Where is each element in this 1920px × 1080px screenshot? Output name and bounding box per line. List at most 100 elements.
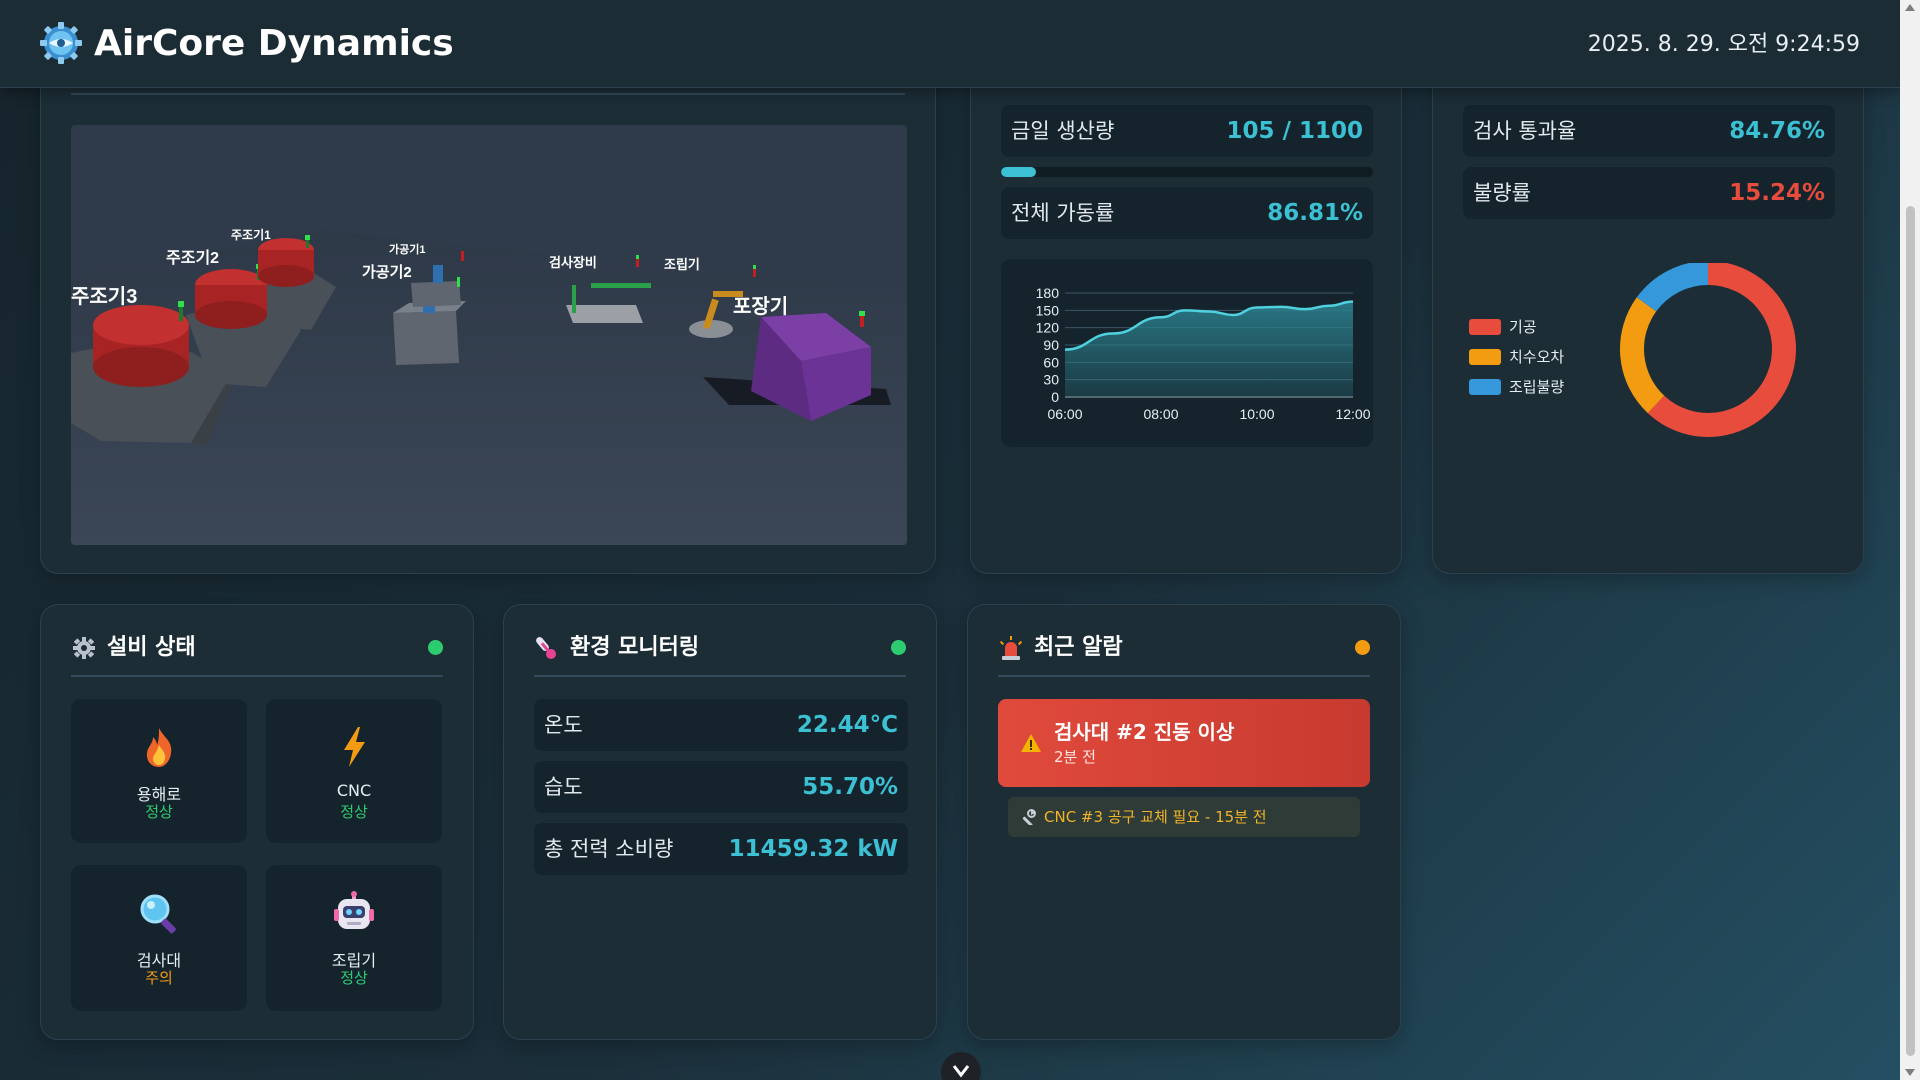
label-machining1: 가공기1 <box>389 242 425 256</box>
equipment-tile-furnace[interactable]: 용해로 정상 <box>71 699 247 843</box>
scroll-up-arrow-icon[interactable] <box>1905 4 1915 11</box>
y-tick-label: 60 <box>1043 354 1059 370</box>
equipment-status: 주의 <box>145 969 173 987</box>
casting-machine-2[interactable] <box>195 264 267 329</box>
donut-slice[interactable] <box>1636 263 1709 312</box>
label-inspection: 검사장비 <box>549 255 597 270</box>
daily-production-value: 105 / 1100 <box>1226 118 1363 144</box>
chevron-down-icon <box>952 1065 970 1078</box>
alarms-title: 최근 알람 <box>1034 635 1123 660</box>
siren-icon <box>999 636 1023 660</box>
y-tick-label: 90 <box>1043 337 1059 353</box>
x-tick-label: 06:00 <box>1047 406 1082 422</box>
label-casting3: 주조기3 <box>71 285 137 308</box>
equipment-name: CNC <box>336 781 372 800</box>
utilization-label: 전체 가동률 <box>1011 201 1115 225</box>
power-label: 총 전력 소비량 <box>544 837 674 861</box>
environment-status-dot <box>891 640 906 655</box>
brand-name: AirCore Dynamics <box>94 23 454 64</box>
defect-rate-label: 불량률 <box>1473 181 1531 205</box>
donut-slice[interactable] <box>1620 297 1665 414</box>
factory-3d-viewport[interactable]: 주조기3 주조기2 주조기1 가공기2 가공기1 검사장비 조립기 포장기 <box>71 125 907 545</box>
card-divider <box>71 93 905 95</box>
label-assembly: 조립기 <box>664 257 700 272</box>
fire-icon <box>146 728 172 767</box>
alarms-status-dot <box>1355 640 1370 655</box>
alarms-card: 최근 알람 검사대 #2 진동 이상 2분 전 CNC #3 공구 교체 필요 … <box>967 604 1401 1040</box>
y-tick-label: 120 <box>1036 320 1060 336</box>
production-trend-chart: 180 150 120 90 60 30 0 06:00 08:00 10:00 12:00 <box>1001 259 1373 447</box>
y-tick-label: 150 <box>1036 302 1060 318</box>
temperature-metric: 온도 22.44°C <box>534 699 908 751</box>
equipment-status: 정상 <box>145 803 173 821</box>
label-casting2: 주조기2 <box>166 249 219 267</box>
equipment-tile-assembler[interactable]: 조립기 정상 <box>266 865 442 1011</box>
defect-donut-chart: 기공치수오차조립불량 <box>1469 263 1796 437</box>
top-header: AirCore Dynamics 2025. 8. 29. 오전 9:24:59 <box>0 0 1900 88</box>
daily-production-label: 금일 생산량 <box>1011 119 1115 143</box>
y-tick-label: 0 <box>1051 389 1059 405</box>
legend-label: 치수오차 <box>1509 349 1564 366</box>
inspection-pass-metric: 검사 통과율 84.76% <box>1463 105 1835 157</box>
scroll-down-button[interactable] <box>941 1052 981 1080</box>
equipment-status-dot <box>428 640 443 655</box>
gear-icon <box>73 637 95 659</box>
power-value: 11459.32 kW <box>728 836 898 862</box>
critical-alarm-item[interactable]: 검사대 #2 진동 이상 2분 전 <box>998 699 1370 787</box>
magnifier-icon <box>140 894 176 934</box>
equipment-status: 정상 <box>340 803 368 821</box>
scroll-down-arrow-icon[interactable] <box>1905 1069 1915 1076</box>
page-scrollbar[interactable] <box>1900 0 1920 1080</box>
legend-label: 기공 <box>1509 319 1537 336</box>
inspection-pass-label: 검사 통과율 <box>1473 119 1577 143</box>
legend-swatch <box>1469 379 1501 395</box>
donut-slice[interactable] <box>1647 263 1796 437</box>
info-alarm-text: CNC #3 공구 교체 필요 - 15분 전 <box>1044 808 1267 826</box>
current-datetime: 2025. 8. 29. 오전 9:24:59 <box>1587 32 1860 57</box>
humidity-metric: 습도 55.70% <box>534 761 908 813</box>
utilization-metric: 전체 가동률 86.81% <box>1001 187 1373 239</box>
label-packaging: 포장기 <box>733 295 788 318</box>
utilization-value: 86.81% <box>1267 200 1363 226</box>
info-alarm-item[interactable]: CNC #3 공구 교체 필요 - 15분 전 <box>1008 797 1360 837</box>
warning-icon <box>1021 734 1041 752</box>
equipment-tile-inspection[interactable]: 검사대 주의 <box>71 865 247 1011</box>
y-tick-label: 180 <box>1036 285 1060 301</box>
humidity-value: 55.70% <box>802 774 898 800</box>
casting-machine-1[interactable] <box>258 235 314 287</box>
casting-machine-3[interactable] <box>93 301 189 387</box>
legend-swatch <box>1469 349 1501 365</box>
equipment-status: 정상 <box>340 969 368 987</box>
power-metric: 총 전력 소비량 11459.32 kW <box>534 823 908 875</box>
temperature-value: 22.44°C <box>796 712 898 738</box>
production-progress-fill <box>1001 167 1037 177</box>
scrollbar-thumb[interactable] <box>1906 206 1915 1056</box>
dashboard-viewport: AirCore Dynamics 2025. 8. 29. 오전 9:24:59 <box>0 0 1900 1080</box>
equipment-tile-cnc[interactable]: CNC 정상 <box>266 699 442 843</box>
gear-globe-icon <box>40 22 82 64</box>
alarms-title-row: 최근 알람 <box>998 631 1370 677</box>
inspection-pass-value: 84.76% <box>1729 118 1825 144</box>
quality-card: 검사 통과율 84.76% 불량률 15.24% 기공치수오차조립불량 <box>1432 40 1864 574</box>
factory-3d-card: 주조기3 주조기2 주조기1 가공기2 가공기1 검사장비 조립기 포장기 <box>40 40 936 574</box>
legend-swatch <box>1469 319 1501 335</box>
daily-production-metric: 금일 생산량 105 / 1100 <box>1001 105 1373 157</box>
equipment-status-card: 설비 상태 용해로 정상 CNC 정상 검사대 주의 조립기 정상 <box>40 604 474 1040</box>
production-card: 금일 생산량 105 / 1100 전체 가동률 86.81% 180 150 12… <box>970 40 1402 574</box>
x-tick-label: 12:00 <box>1335 406 1370 422</box>
trend-chart-svg: 180150 1209060 30006:00 08:00 10:00 12:00 <box>1036 285 1371 422</box>
legend-label: 조립불량 <box>1509 379 1564 396</box>
y-tick-label: 30 <box>1043 372 1059 388</box>
defect-rate-value: 15.24% <box>1729 180 1825 206</box>
defect-rate-metric: 불량률 15.24% <box>1463 167 1835 219</box>
temperature-label: 온도 <box>544 713 583 737</box>
label-machining2: 가공기2 <box>362 264 412 281</box>
equipment-title-row: 설비 상태 <box>71 631 443 677</box>
critical-alarm-title: 검사대 #2 진동 이상 <box>1054 720 1235 744</box>
series-area <box>1065 301 1353 397</box>
critical-alarm-time: 2분 전 <box>1054 748 1096 766</box>
robot-icon <box>334 891 374 929</box>
environment-title-row: 환경 모니터링 <box>534 631 906 677</box>
environment-card: 환경 모니터링 온도 22.44°C 습도 55.70% 총 전력 소비량 11… <box>503 604 937 1040</box>
x-tick-label: 10:00 <box>1239 406 1274 422</box>
